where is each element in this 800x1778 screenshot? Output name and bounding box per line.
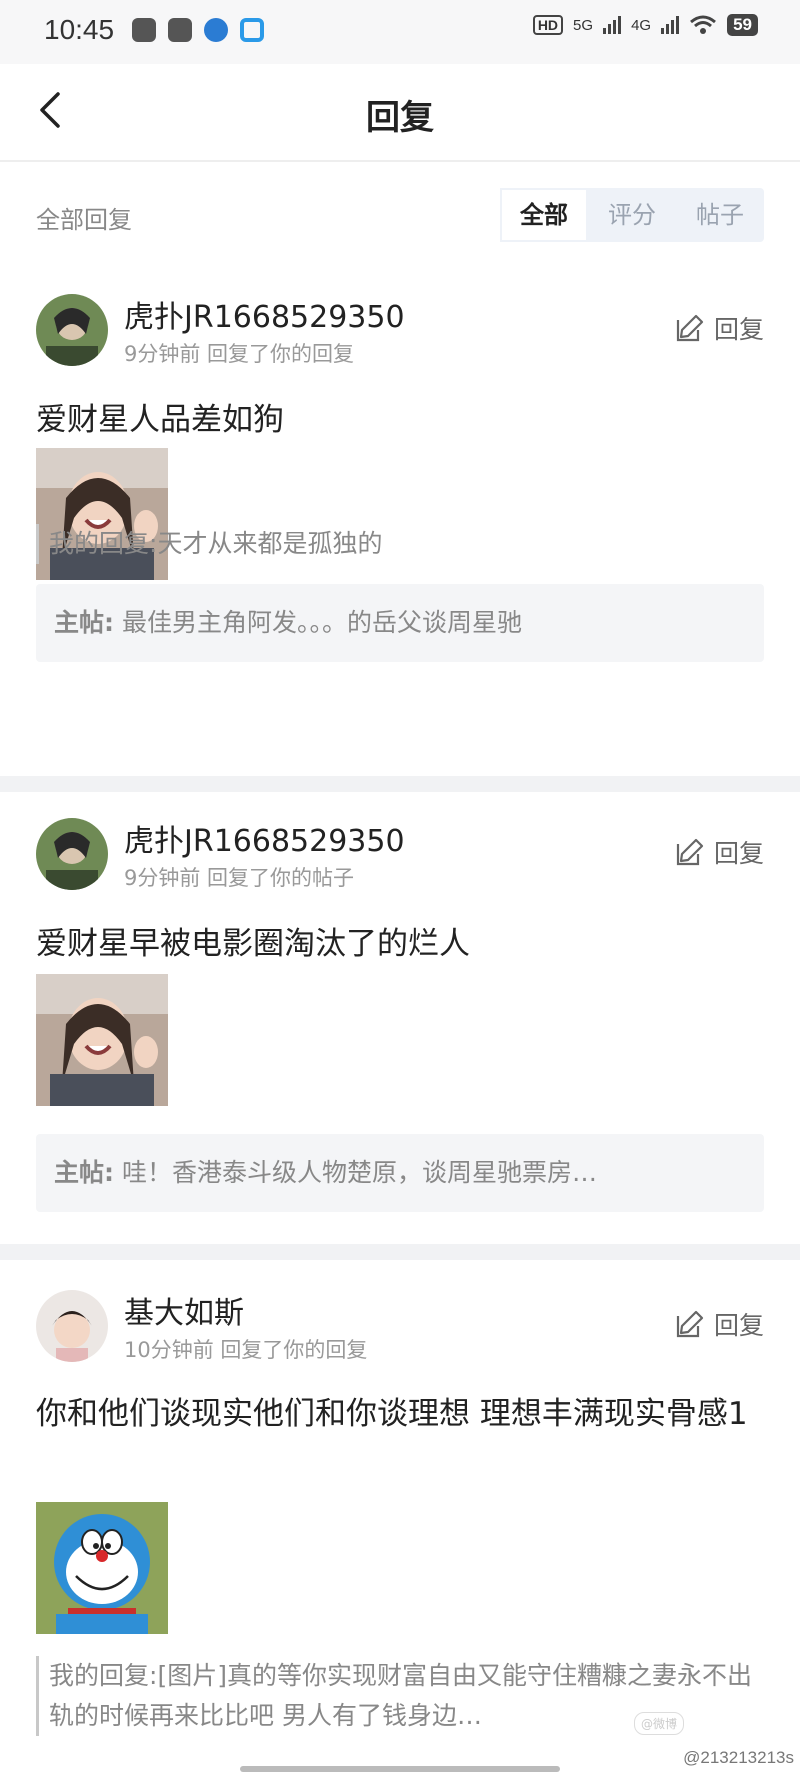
signal-icon-2 — [661, 16, 680, 34]
weibo-watermark-logo: @微博 — [633, 1712, 684, 1735]
signal-icon — [603, 16, 622, 34]
reply-card: 虎扑JR1668529350 9分钟前 回复了你的回复 回复 爱财星人品差如狗 … — [0, 268, 800, 776]
main-post-link[interactable]: 主帖: 最佳男主角阿发。。。的岳父谈周星驰 — [36, 584, 764, 662]
reply-image[interactable] — [36, 1502, 168, 1634]
username[interactable]: 虎扑JR1668529350 — [124, 292, 405, 336]
reply-content: 爱财星人品差如狗 — [36, 402, 284, 438]
hd-icon: HD — [532, 15, 564, 35]
reply-content: 爱财星早被电影圈淘汰了的烂人 — [36, 926, 470, 962]
reply-image[interactable] — [36, 974, 168, 1106]
status-indicators: HD 5G 4G 59 — [532, 14, 758, 36]
tab-all[interactable]: 全部 — [500, 188, 588, 242]
status-app-icons — [132, 18, 264, 42]
nav-header: 回复 — [0, 64, 800, 162]
main-post-link[interactable]: 主帖: 哇！香港泰斗级人物楚原，谈周星驰票房… — [36, 1134, 764, 1212]
main-post-title: 最佳男主角阿发。。。的岳父谈周星驰 — [121, 608, 522, 637]
my-reply-quote: 我的回复:天才从来都是孤独的 — [36, 524, 764, 564]
my-reply-label: 我的回复: — [49, 1661, 158, 1690]
reply-card: 基大如斯 10分钟前 回复了你的回复 回复 你和他们谈现实他们和你谈理想 理想丰… — [0, 1260, 800, 1778]
edit-icon — [676, 314, 704, 342]
page-title: 回复 — [366, 98, 434, 138]
my-reply-label: 我的回复: — [49, 529, 158, 558]
reply-button-label: 回复 — [713, 839, 764, 868]
battery-icon: 59 — [727, 14, 758, 36]
reply-button[interactable]: 回复 — [674, 834, 764, 870]
username[interactable]: 虎扑JR1668529350 — [124, 816, 405, 860]
card-divider — [0, 1244, 800, 1260]
segmented-control: 全部 评分 帖子 — [500, 188, 764, 242]
reply-button-label: 回复 — [713, 315, 764, 344]
home-indicator[interactable] — [240, 1766, 560, 1772]
reply-button[interactable]: 回复 — [674, 1306, 764, 1342]
watermark: @213213213s — [683, 1748, 794, 1767]
network-4g-label: 4G — [631, 16, 652, 34]
avatar[interactable] — [36, 1290, 108, 1362]
my-reply-text: 天才从来都是孤独的 — [157, 529, 383, 558]
main-post-label: 主帖: — [54, 1158, 114, 1187]
edit-icon — [676, 838, 704, 866]
app-icon — [204, 18, 228, 42]
username[interactable]: 基大如斯 — [124, 1288, 244, 1332]
wechat-icon — [132, 18, 156, 42]
filter-bar: 全部回复 全部 评分 帖子 — [0, 162, 800, 268]
main-post-label: 主帖: — [54, 608, 114, 637]
reply-meta: 9分钟前 回复了你的回复 — [124, 342, 355, 366]
reply-card: 虎扑JR1668529350 9分钟前 回复了你的帖子 回复 爱财星早被电影圈淘… — [0, 792, 800, 1244]
tab-posts[interactable]: 帖子 — [676, 188, 764, 242]
reply-content: 你和他们谈现实他们和你谈理想 理想丰满现实骨感1 — [36, 1396, 748, 1432]
reply-meta: 9分钟前 回复了你的帖子 — [124, 866, 355, 890]
card-divider — [0, 776, 800, 792]
video-app-icon — [168, 18, 192, 42]
wifi-icon — [690, 15, 717, 34]
reply-meta: 10分钟前 回复了你的回复 — [124, 1338, 368, 1362]
tab-rating[interactable]: 评分 — [588, 188, 676, 242]
avatar[interactable] — [36, 818, 108, 890]
edit-icon — [676, 1310, 704, 1338]
reply-button-label: 回复 — [713, 1311, 764, 1340]
status-bar: 10:45 HD 5G 4G 59 — [0, 0, 800, 64]
reply-button[interactable]: 回复 — [674, 310, 764, 346]
loading-ring-icon — [240, 18, 264, 42]
avatar[interactable] — [36, 294, 108, 366]
status-time: 10:45 — [44, 14, 115, 45]
network-5g-label: 5G — [573, 16, 594, 34]
filter-label: 全部回复 — [36, 206, 132, 234]
main-post-title: 哇！香港泰斗级人物楚原，谈周星驰票房… — [121, 1158, 597, 1187]
